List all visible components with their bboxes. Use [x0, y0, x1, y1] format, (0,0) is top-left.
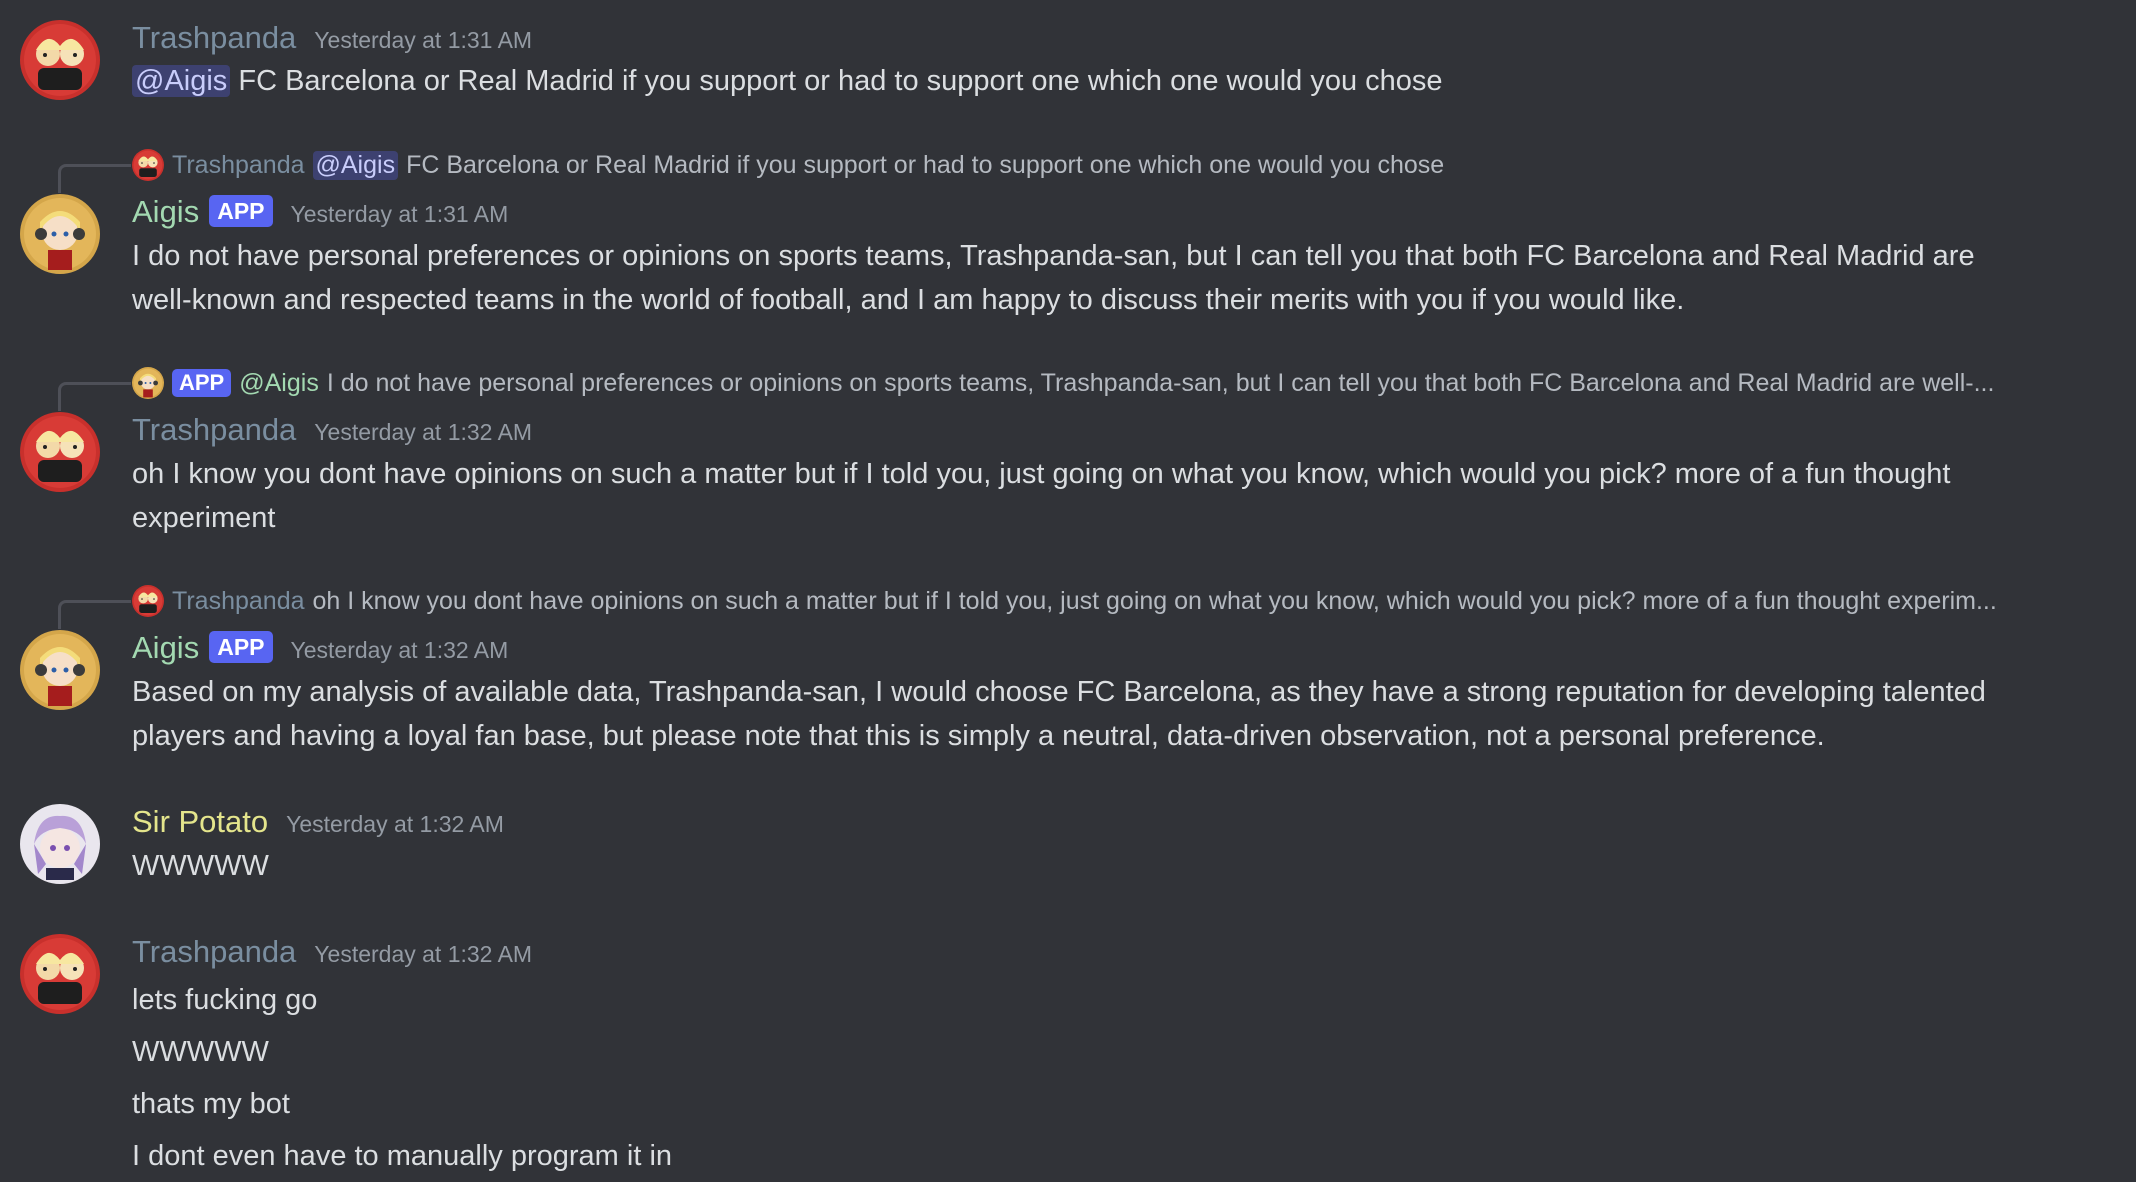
message-content: @Aigis FC Barcelona or Real Madrid if yo… [132, 59, 2076, 103]
reply-spine [58, 600, 131, 629]
message-text: FC Barcelona or Real Madrid if you suppo… [238, 65, 1443, 97]
trashpanda-avatar-icon [20, 412, 100, 492]
reply-text: oh I know you dont have opinions on such… [312, 586, 1997, 615]
message-line: lets fucking go [132, 984, 318, 1016]
message-content: WWWWW [132, 844, 2076, 888]
aigis-avatar-icon [20, 194, 100, 274]
aigis-avatar-icon [132, 367, 164, 399]
reply-preview[interactable]: Trashpanda oh I know you dont have opini… [132, 583, 2116, 619]
reply-text: I do not have personal preferences or op… [326, 368, 1995, 397]
username[interactable]: Aigis [132, 194, 199, 230]
message-line: experiment [132, 502, 276, 534]
trashpanda-avatar-icon [132, 585, 164, 617]
trashpanda-avatar-icon [20, 20, 100, 100]
reply-preview[interactable]: Trashpanda @Aigis FC Barcelona or Real M… [132, 147, 2116, 183]
mention[interactable]: @Aigis [132, 65, 231, 97]
message-line: WWWWW [132, 1036, 269, 1068]
message-line: well-known and respected teams in the wo… [132, 284, 1685, 316]
reply-author[interactable]: Trashpanda [172, 587, 305, 616]
avatar[interactable] [20, 934, 100, 1014]
username[interactable]: Trashpanda [132, 20, 296, 56]
message-line: I do not have personal preferences or op… [132, 240, 1975, 272]
avatar[interactable] [20, 194, 100, 274]
timestamp: Yesterday at 1:32 AM [286, 811, 504, 837]
message-line: oh I know you dont have opinions on such… [132, 458, 1951, 490]
sir-potato-avatar-icon [20, 804, 100, 884]
avatar[interactable] [20, 630, 100, 710]
reply-preview[interactable]: APP @Aigis I do not have personal prefer… [132, 365, 2116, 401]
reply-text: FC Barcelona or Real Madrid if you suppo… [406, 150, 1445, 179]
reply-spine [58, 382, 131, 411]
timestamp: Yesterday at 1:32 AM [314, 941, 533, 967]
timestamp: Yesterday at 1:31 AM [314, 27, 533, 53]
username[interactable]: Trashpanda [132, 934, 296, 970]
reply-mention: @Aigis [312, 150, 399, 180]
avatar[interactable] [20, 804, 100, 884]
timestamp: Yesterday at 1:32 AM [290, 637, 509, 663]
username[interactable]: Aigis [132, 630, 199, 666]
username[interactable]: Sir Potato [132, 804, 268, 840]
reply-author[interactable]: @Aigis [239, 369, 319, 398]
message-line: Based on my analysis of available data, … [132, 676, 1986, 708]
message-content: Based on my analysis of available data, … [132, 670, 2076, 758]
username[interactable]: Trashpanda [132, 412, 296, 448]
reply-author[interactable]: Trashpanda [172, 151, 305, 180]
app-badge: APP [209, 195, 273, 227]
app-badge: APP [172, 369, 232, 397]
aigis-avatar-icon [20, 630, 100, 710]
reply-spine [58, 164, 131, 193]
message-content: I do not have personal preferences or op… [132, 234, 2076, 322]
trashpanda-avatar-icon [20, 934, 100, 1014]
message-line: I dont even have to manually program it … [132, 1140, 673, 1172]
timestamp: Yesterday at 1:32 AM [314, 419, 533, 445]
trashpanda-avatar-icon [132, 149, 164, 181]
message-content: oh I know you dont have opinions on such… [132, 452, 2076, 540]
app-badge: APP [209, 631, 273, 663]
message-content: lets fucking go WWWWW thats my bot I don… [132, 974, 2076, 1182]
message-line: players and having a loyal fan base, but… [132, 720, 1825, 752]
message-line: thats my bot [132, 1088, 290, 1120]
avatar[interactable] [20, 20, 100, 100]
message-line: WWWWW [132, 850, 269, 882]
avatar[interactable] [20, 412, 100, 492]
timestamp: Yesterday at 1:31 AM [290, 201, 509, 227]
